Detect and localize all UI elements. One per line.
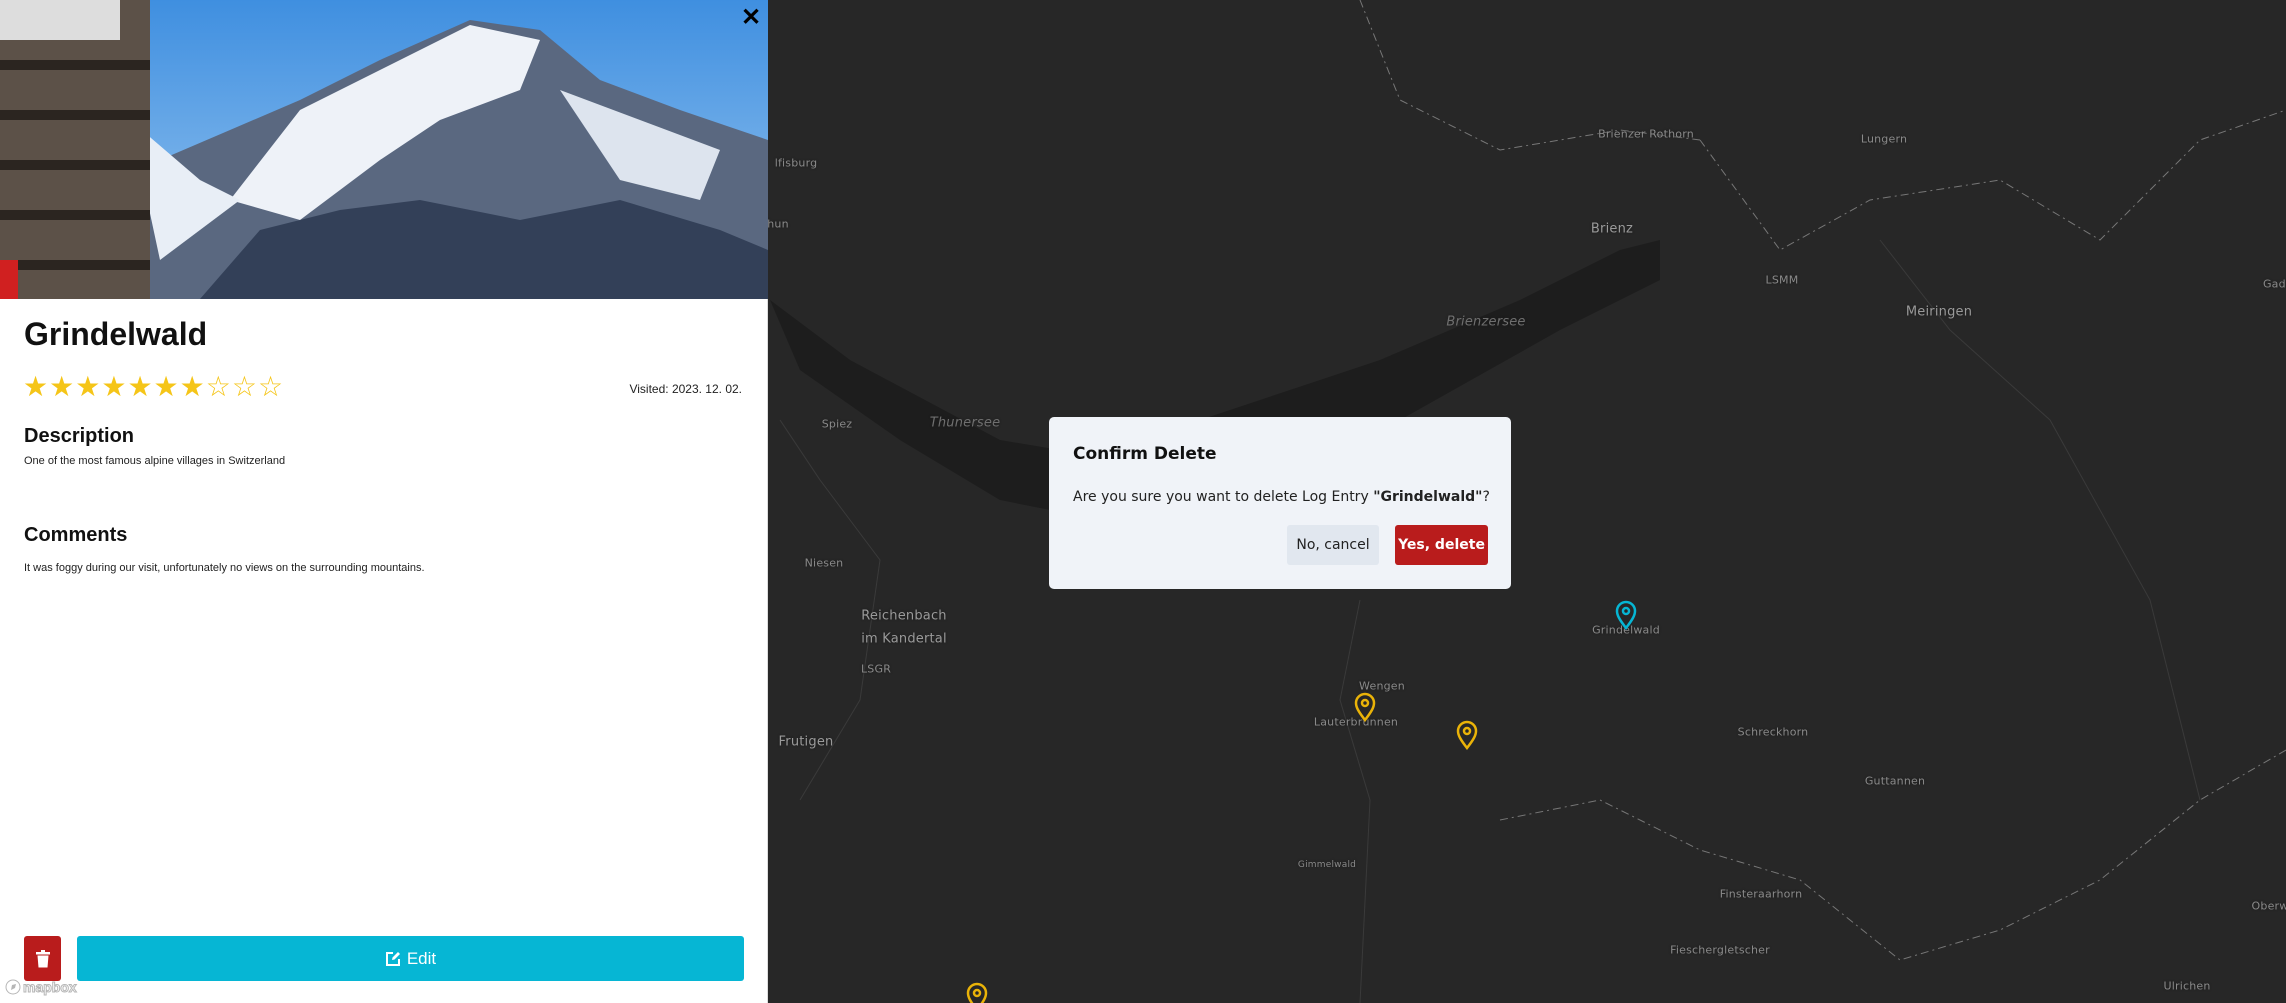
delete-button[interactable] [24, 936, 61, 981]
map-label: Ulrichen [2163, 979, 2211, 993]
star-empty-icon: ☆ [257, 371, 284, 402]
edit-icon [385, 951, 400, 966]
map-label: Meiringen [1905, 304, 1973, 320]
map-label: Gimmelwald [1297, 860, 1357, 870]
cancel-button[interactable]: No, cancel [1287, 525, 1379, 565]
map-label: Frutigen [778, 734, 834, 750]
map-label: LSMM [1765, 273, 1799, 287]
star-filled-icon: ★ [179, 371, 205, 402]
mapbox-wordmark: mapbox [23, 979, 78, 996]
star-filled-icon: ★ [75, 371, 101, 402]
edit-label: Edit [406, 948, 437, 968]
map-label: Wengen [1359, 679, 1405, 693]
dialog-message-text: Are you sure you want to delete Log Entr… [1073, 489, 1374, 505]
map-label: Spiez [821, 417, 853, 431]
map-label: Brienzer Rothorn [1598, 127, 1694, 141]
star-filled-icon: ★ [127, 371, 153, 402]
map-label: Guttannen [1864, 774, 1926, 788]
star-filled-icon: ★ [23, 371, 49, 402]
star-filled-icon: ★ [49, 371, 75, 402]
entry-title: Grindelwald [24, 316, 208, 352]
map-label: LSGR [860, 662, 892, 676]
map-label: Oberw [2251, 899, 2286, 913]
visited-date: Visited: 2023. 12. 02. [629, 382, 742, 396]
map-label: hun [767, 217, 789, 231]
map-marker-pin-icon[interactable] [1354, 692, 1376, 722]
description-text: One of the most famous alpine villages i… [24, 455, 286, 467]
map-label: lfisburg [774, 156, 818, 170]
star-filled-icon: ★ [153, 371, 179, 402]
star-filled-icon: ★ [101, 371, 127, 402]
map-marker-pin-icon[interactable] [1456, 720, 1478, 750]
star-empty-icon: ☆ [231, 371, 257, 402]
map-label: Fieschergletscher [1670, 943, 1770, 957]
edit-button[interactable]: Edit [77, 936, 744, 981]
confirm-delete-dialog: Confirm Delete Are you sure you want to … [1049, 417, 1511, 589]
trash-icon [35, 949, 50, 967]
map-label: Gadı [2262, 277, 2286, 291]
dialog-entry-name: "Grindelwald" [1373, 489, 1483, 505]
map-label: Lungern [1860, 132, 1908, 146]
dialog-message: Are you sure you want to delete Log Entr… [1073, 489, 1490, 505]
map-label: Schreckhorn [1737, 725, 1809, 739]
dialog-message-suffix: ? [1482, 489, 1490, 505]
description-heading: Description [24, 425, 135, 447]
map-label: Finsteraarhorn [1719, 887, 1803, 901]
map-label: Brienzersee [1446, 314, 1526, 330]
mapbox-logo[interactable]: mapbox [5, 979, 78, 996]
map-label: Thunersee [929, 415, 1001, 431]
map-marker-pin-icon[interactable] [966, 982, 988, 1003]
dialog-title: Confirm Delete [1073, 444, 1217, 464]
comments-text: It was foggy during our visit, unfortuna… [24, 562, 425, 574]
map-marker-pin-icon[interactable] [1615, 600, 1637, 630]
close-icon[interactable]: ✕ [740, 5, 762, 31]
entry-photo [0, 0, 768, 299]
map-label: Niesen [804, 556, 844, 570]
star-empty-icon: ☆ [205, 371, 231, 402]
map-label: Reichenbach [861, 608, 947, 624]
map-label: im Kandertal [861, 631, 947, 647]
mapbox-icon [5, 979, 21, 995]
map-label: Brienz [1590, 221, 1634, 237]
comments-heading: Comments [24, 524, 128, 546]
star-rating: ★ ★ ★ ★ ★ ★ ★ ☆ ☆ ☆ [23, 373, 283, 401]
confirm-delete-button[interactable]: Yes, delete [1395, 525, 1488, 565]
log-entry-panel: ✕ Grindelwald ★ ★ ★ ★ ★ ★ ★ ☆ ☆ ☆ Visited: 2023. … [0, 0, 768, 1003]
